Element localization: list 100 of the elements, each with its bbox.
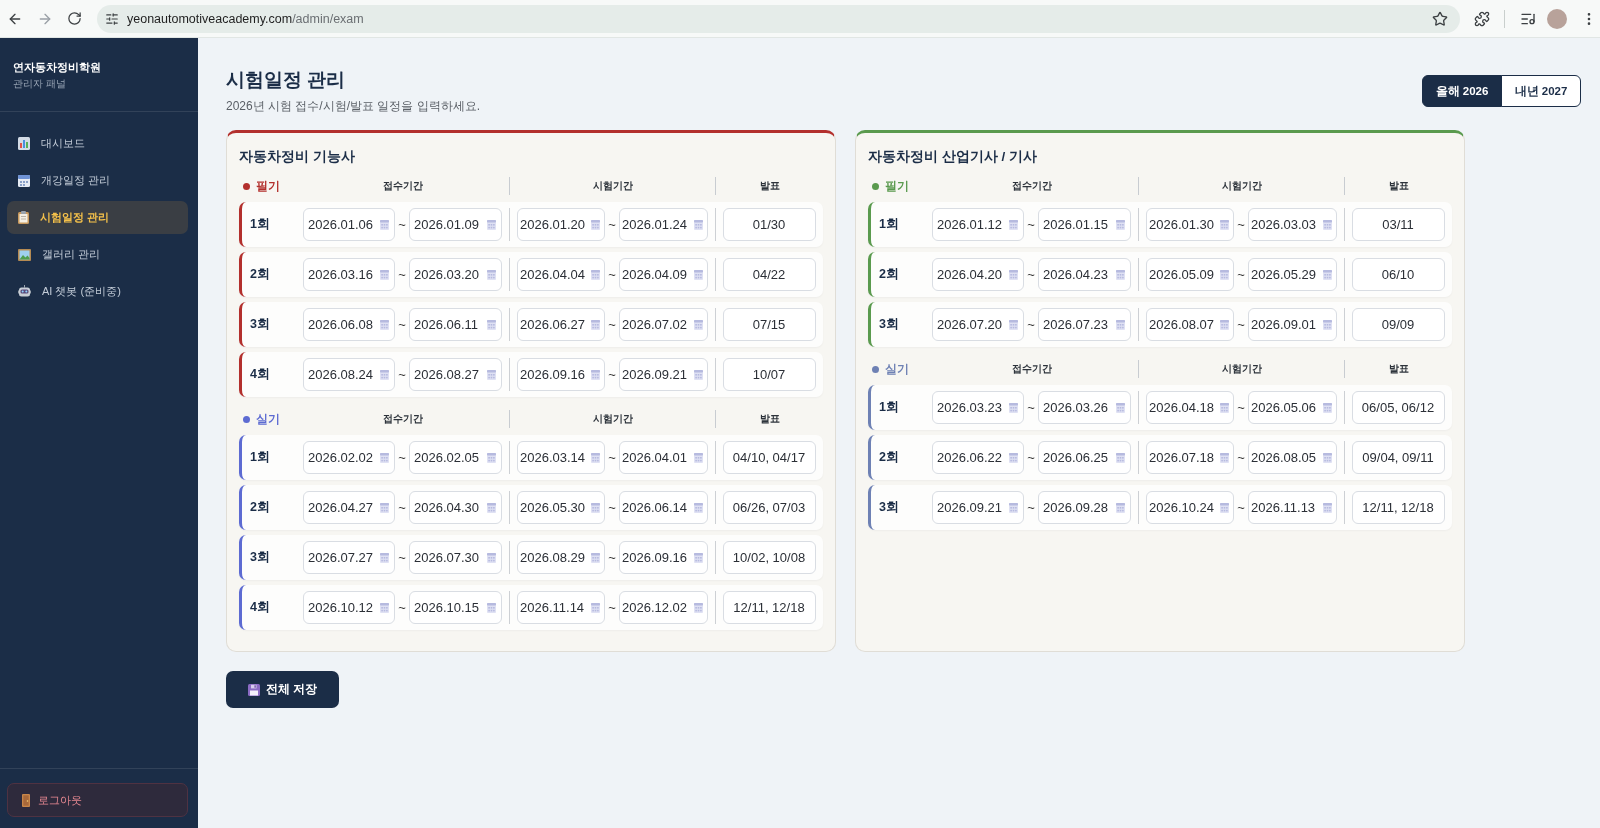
date-field[interactable]: 2026.01.09: [409, 208, 502, 241]
puzzle-icon[interactable]: [1474, 10, 1490, 27]
date-field[interactable]: 2026.07.27: [303, 541, 395, 574]
calendar-icon[interactable]: [1009, 219, 1018, 230]
calendar-icon[interactable]: [487, 452, 496, 463]
calendar-icon[interactable]: [694, 269, 703, 280]
date-field[interactable]: 2026.07.02: [619, 308, 708, 341]
avatar[interactable]: [1547, 8, 1567, 29]
calendar-icon[interactable]: [1323, 269, 1332, 280]
date-field[interactable]: 2026.04.09: [619, 258, 708, 291]
calendar-icon[interactable]: [1116, 269, 1125, 280]
date-field[interactable]: 2026.01.12: [932, 208, 1024, 241]
date-field[interactable]: 2026.07.23: [1038, 308, 1131, 341]
calendar-icon[interactable]: [380, 319, 389, 330]
announcement-field[interactable]: 01/30: [723, 208, 816, 241]
date-field[interactable]: 2026.08.29: [517, 541, 605, 574]
announcement-field[interactable]: 10/07: [723, 358, 816, 391]
date-field[interactable]: 2026.10.12: [303, 591, 395, 624]
date-field[interactable]: 2026.05.06: [1248, 391, 1337, 424]
date-field[interactable]: 2026.04.18: [1146, 391, 1234, 424]
calendar-icon[interactable]: [487, 602, 496, 613]
calendar-icon[interactable]: [1009, 402, 1018, 413]
date-field[interactable]: 2026.01.06: [303, 208, 395, 241]
year-tab[interactable]: 내년 2027: [1501, 75, 1581, 107]
date-field[interactable]: 2026.08.24: [303, 358, 395, 391]
announcement-field[interactable]: 09/09: [1352, 308, 1445, 341]
calendar-icon[interactable]: [1220, 502, 1229, 513]
calendar-icon[interactable]: [1323, 402, 1332, 413]
calendar-icon[interactable]: [1116, 452, 1125, 463]
calendar-icon[interactable]: [487, 502, 496, 513]
calendar-icon[interactable]: [694, 602, 703, 613]
calendar-icon[interactable]: [591, 219, 600, 230]
announcement-field[interactable]: 06/26, 07/03: [723, 491, 816, 524]
sidebar-item[interactable]: 갤러리 관리: [7, 238, 188, 271]
date-field[interactable]: 2026.10.24: [1146, 491, 1234, 524]
calendar-icon[interactable]: [694, 369, 703, 380]
date-field[interactable]: 2026.07.30: [409, 541, 502, 574]
date-field[interactable]: 2026.09.21: [619, 358, 708, 391]
calendar-icon[interactable]: [1220, 319, 1229, 330]
date-field[interactable]: 2026.05.29: [1248, 258, 1337, 291]
calendar-icon[interactable]: [1220, 402, 1229, 413]
calendar-icon[interactable]: [1323, 452, 1332, 463]
date-field[interactable]: 2026.02.05: [409, 441, 502, 474]
calendar-icon[interactable]: [591, 452, 600, 463]
date-field[interactable]: 2026.02.02: [303, 441, 395, 474]
calendar-icon[interactable]: [1116, 502, 1125, 513]
sidebar-item[interactable]: 시험일정 관리: [7, 201, 188, 234]
calendar-icon[interactable]: [1116, 319, 1125, 330]
calendar-icon[interactable]: [1220, 219, 1229, 230]
reload-icon[interactable]: [67, 11, 82, 26]
date-field[interactable]: 2026.11.14: [517, 591, 605, 624]
announcement-field[interactable]: 06/10: [1352, 258, 1445, 291]
announcement-field[interactable]: 12/11, 12/18: [723, 591, 816, 624]
sidebar-item[interactable]: AI 챗봇 (준비중): [7, 275, 188, 308]
calendar-icon[interactable]: [487, 219, 496, 230]
date-field[interactable]: 2026.11.13: [1248, 491, 1337, 524]
calendar-icon[interactable]: [591, 269, 600, 280]
date-field[interactable]: 2026.03.20: [409, 258, 502, 291]
announcement-field[interactable]: 09/04, 09/11: [1352, 441, 1445, 474]
calendar-icon[interactable]: [380, 452, 389, 463]
calendar-icon[interactable]: [694, 552, 703, 563]
date-field[interactable]: 2026.03.26: [1038, 391, 1131, 424]
announcement-field[interactable]: 04/22: [723, 258, 816, 291]
calendar-icon[interactable]: [487, 552, 496, 563]
calendar-icon[interactable]: [1323, 319, 1332, 330]
announcement-field[interactable]: 10/02, 10/08: [723, 541, 816, 574]
date-field[interactable]: 2026.06.08: [303, 308, 395, 341]
date-field[interactable]: 2026.09.28: [1038, 491, 1131, 524]
date-field[interactable]: 2026.10.15: [409, 591, 502, 624]
calendar-icon[interactable]: [694, 452, 703, 463]
date-field[interactable]: 2026.01.20: [517, 208, 605, 241]
calendar-icon[interactable]: [1009, 452, 1018, 463]
save-all-button[interactable]: 전체 저장: [226, 671, 339, 708]
date-field[interactable]: 2026.01.24: [619, 208, 708, 241]
date-field[interactable]: 2026.05.30: [517, 491, 605, 524]
announcement-field[interactable]: 06/05, 06/12: [1352, 391, 1445, 424]
calendar-icon[interactable]: [1116, 402, 1125, 413]
calendar-icon[interactable]: [1323, 502, 1332, 513]
address-bar[interactable]: yeonautomotiveacademy.com/admin/exam: [97, 4, 1460, 33]
calendar-icon[interactable]: [1116, 219, 1125, 230]
calendar-icon[interactable]: [380, 219, 389, 230]
date-field[interactable]: 2026.04.30: [409, 491, 502, 524]
announcement-field[interactable]: 04/10, 04/17: [723, 441, 816, 474]
date-field[interactable]: 2026.07.20: [932, 308, 1024, 341]
star-icon[interactable]: [1432, 10, 1448, 27]
calendar-icon[interactable]: [380, 269, 389, 280]
calendar-icon[interactable]: [1220, 269, 1229, 280]
date-field[interactable]: 2026.04.27: [303, 491, 395, 524]
date-field[interactable]: 2026.05.09: [1146, 258, 1234, 291]
calendar-icon[interactable]: [694, 219, 703, 230]
calendar-icon[interactable]: [591, 552, 600, 563]
calendar-icon[interactable]: [1220, 452, 1229, 463]
calendar-icon[interactable]: [1323, 219, 1332, 230]
date-field[interactable]: 2026.03.23: [932, 391, 1024, 424]
date-field[interactable]: 2026.03.14: [517, 441, 605, 474]
calendar-icon[interactable]: [694, 502, 703, 513]
date-field[interactable]: 2026.04.04: [517, 258, 605, 291]
calendar-icon[interactable]: [694, 319, 703, 330]
sliders-icon[interactable]: [105, 11, 119, 26]
announcement-field[interactable]: 03/11: [1352, 208, 1445, 241]
